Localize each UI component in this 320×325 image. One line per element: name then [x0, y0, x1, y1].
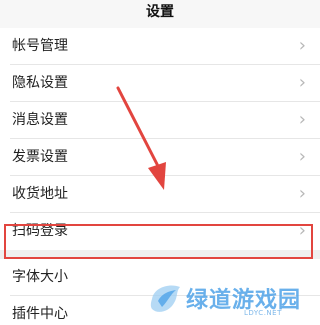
chevron-right-icon: ›: [298, 183, 306, 204]
navigation-bar: 设置: [0, 0, 320, 28]
settings-row-label: 插件中心: [12, 306, 68, 322]
settings-row-scan-login[interactable]: 扫码登录 ›: [0, 213, 320, 250]
settings-group-account: 帐号管理 › 隐私设置 › 消息设置 › 发票设置 › 收货地址 › 扫码登录 …: [0, 28, 320, 250]
settings-row-label: 收货地址: [12, 186, 68, 202]
page-title: 设置: [146, 4, 174, 20]
settings-row-label: 隐私设置: [12, 75, 68, 91]
settings-row-label: 消息设置: [12, 112, 68, 128]
settings-row-label: 发票设置: [12, 149, 68, 165]
settings-row-label: 扫码登录: [12, 223, 68, 239]
settings-row-account-management[interactable]: 帐号管理 ›: [0, 28, 320, 65]
settings-list: 帐号管理 › 隐私设置 › 消息设置 › 发票设置 › 收货地址 › 扫码登录 …: [0, 28, 320, 325]
settings-row-messages[interactable]: 消息设置 ›: [0, 102, 320, 139]
chevron-right-icon: ›: [298, 146, 306, 167]
chevron-right-icon: ›: [298, 109, 306, 130]
settings-row-label: 帐号管理: [12, 38, 68, 54]
settings-row-invoice[interactable]: 发票设置 ›: [0, 139, 320, 176]
settings-screen: 设置 帐号管理 › 隐私设置 › 消息设置 › 发票设置 › 收货地址 › 扫码…: [0, 0, 320, 325]
chevron-right-icon: ›: [298, 35, 306, 56]
settings-row-shipping-address[interactable]: 收货地址 ›: [0, 176, 320, 213]
settings-group-general: 字体大小 插件中心: [0, 259, 320, 325]
settings-row-plugin-center[interactable]: 插件中心: [0, 296, 320, 325]
chevron-right-icon: ›: [298, 72, 306, 93]
group-divider: [0, 250, 320, 259]
settings-row-label: 字体大小: [12, 269, 68, 285]
settings-row-font-size[interactable]: 字体大小: [0, 259, 320, 296]
chevron-right-icon: ›: [298, 220, 306, 241]
settings-row-privacy[interactable]: 隐私设置 ›: [0, 65, 320, 102]
